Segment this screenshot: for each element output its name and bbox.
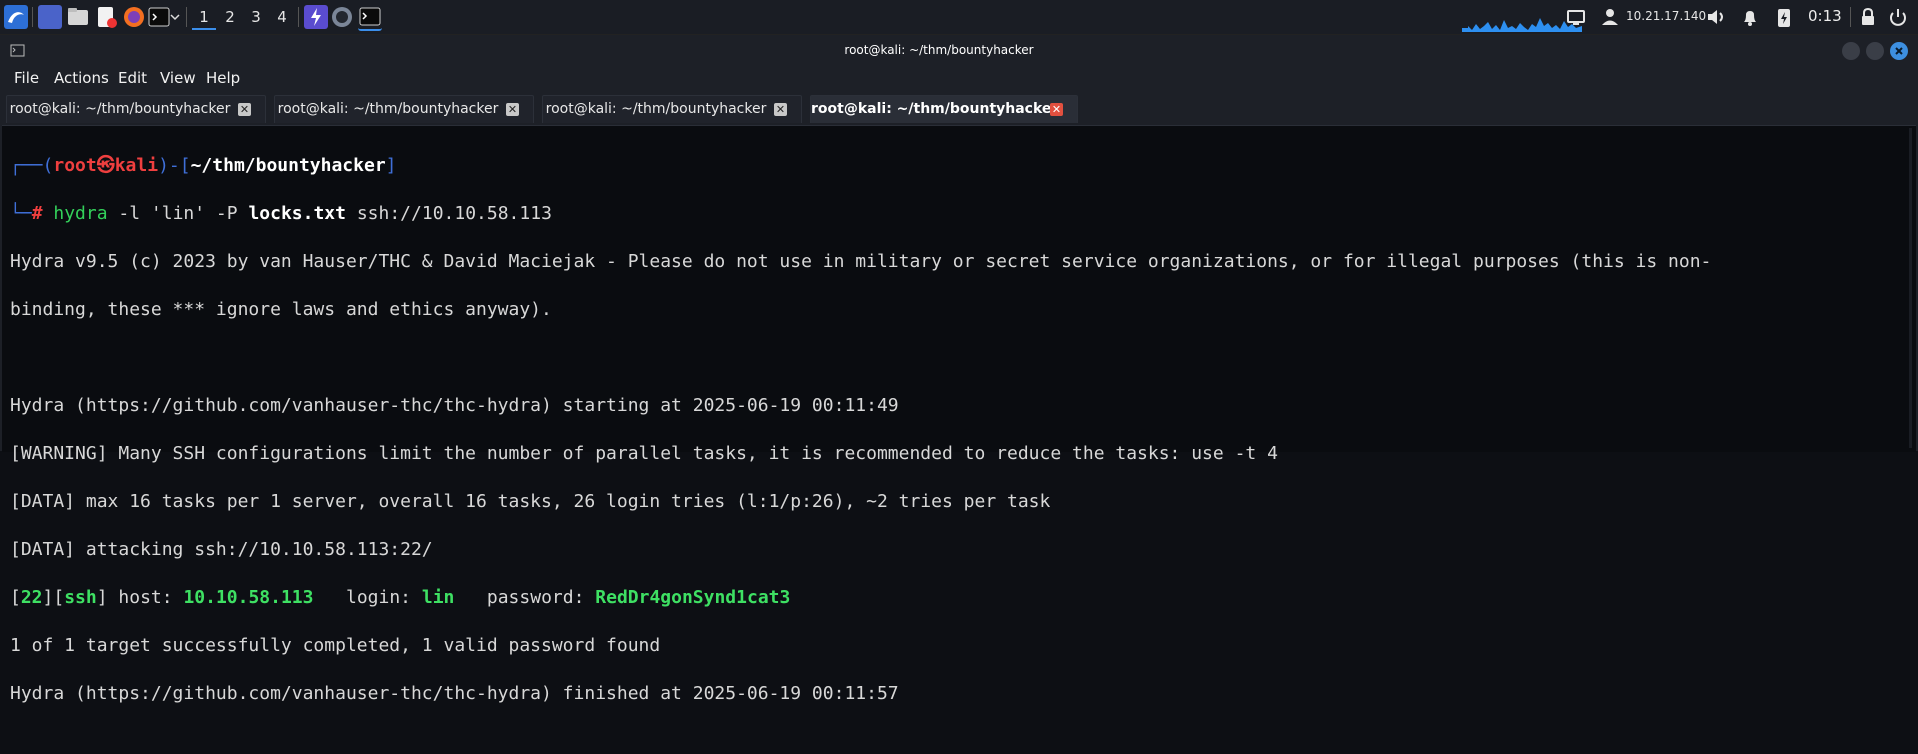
output-line: binding, these *** ignore laws and ethic… xyxy=(10,299,552,320)
tab-2[interactable]: root@kali: ~/thm/bountyhacker ✕ xyxy=(274,95,534,123)
prompt-user: root xyxy=(53,155,97,176)
terminal-window: root@kali: ~/thm/bountyhacker File Actio… xyxy=(0,35,1918,704)
prompt-path: ~/thm/bountyhacker xyxy=(190,155,386,176)
volume-icon[interactable] xyxy=(1704,5,1728,29)
ip-address: 10.21.17.140 xyxy=(1626,9,1707,23)
result-port: 22 xyxy=(20,587,43,608)
tab-4-active[interactable]: root@kali: ~/thm/bountyhacker ✕ xyxy=(810,95,1078,123)
file-manager-icon[interactable] xyxy=(66,5,90,29)
menu-file[interactable]: File xyxy=(14,69,39,87)
terminal-task-icon[interactable] xyxy=(358,5,382,31)
separator xyxy=(186,7,187,27)
result-service: ssh xyxy=(64,587,97,608)
battery-charging-icon[interactable] xyxy=(1772,5,1796,29)
command-args: -l 'lin' -P xyxy=(107,203,249,224)
result-password: RedDr4gonSynd1cat3 xyxy=(595,587,791,608)
top-panel: 1 2 3 4 10.21.17.140 0:13 xyxy=(0,0,1918,35)
tab-label: root@kali: ~/thm/bountyhacker xyxy=(277,101,499,117)
command-target: ssh://10.10.58.113 xyxy=(346,203,552,224)
power-icon[interactable] xyxy=(1886,5,1910,29)
output-line: [WARNING] Many SSH configurations limit … xyxy=(10,443,1278,464)
firefox-icon[interactable] xyxy=(122,5,146,29)
menu-edit[interactable]: Edit xyxy=(118,69,147,87)
terminal-output[interactable]: ┌──(root㉿kali)-[~/thm/bountyhacker] └─# … xyxy=(2,125,1916,704)
chevron-down-icon[interactable] xyxy=(168,5,192,29)
tab-label: root@kali: ~/thm/bountyhacker xyxy=(9,101,231,117)
output-line: Hydra (https://github.com/vanhauser-thc/… xyxy=(10,683,899,704)
tab-label: root@kali: ~/thm/bountyhacker xyxy=(545,101,767,117)
separator xyxy=(298,7,299,27)
tab-1[interactable]: root@kali: ~/thm/bountyhacker ✕ xyxy=(6,95,266,123)
command-file: locks.txt xyxy=(248,203,346,224)
prompt-skull-icon: ㉿ xyxy=(96,155,115,176)
close-tab-icon[interactable]: ✕ xyxy=(506,103,519,116)
prompt-line: ┌──(root㉿kali)-[~/thm/bountyhacker] xyxy=(10,155,397,176)
tab-bar: root@kali: ~/thm/bountyhacker ✕ root@kal… xyxy=(0,92,1918,125)
scrollbar[interactable] xyxy=(1909,128,1912,448)
result-login: lin xyxy=(421,587,455,608)
browser-task-icon[interactable] xyxy=(330,5,354,29)
result-line: [22][ssh] host: 10.10.58.113 login: lin … xyxy=(10,587,791,608)
output-line: [DATA] attacking ssh://10.10.58.113:22/ xyxy=(10,539,433,560)
workspace-2[interactable]: 2 xyxy=(218,6,242,28)
separator xyxy=(32,7,33,27)
result-login-label: login: xyxy=(313,587,422,608)
display-icon[interactable] xyxy=(1564,5,1588,29)
menu-view[interactable]: View xyxy=(160,69,196,87)
result-host: 10.10.58.113 xyxy=(183,587,314,608)
result-host-label: host: xyxy=(107,587,184,608)
output-line: Hydra v9.5 (c) 2023 by van Hauser/THC & … xyxy=(10,251,1712,272)
window-title: root@kali: ~/thm/bountyhacker xyxy=(844,43,1034,57)
close-button[interactable] xyxy=(1890,42,1908,60)
tab-3[interactable]: root@kali: ~/thm/bountyhacker ✕ xyxy=(542,95,802,123)
tab-label: root@kali: ~/thm/bountyhacker xyxy=(811,101,1059,117)
burpsuite-icon[interactable] xyxy=(304,5,328,29)
text-editor-icon[interactable] xyxy=(94,5,118,29)
menu-bar: File Actions Edit View Help xyxy=(0,67,1918,92)
close-tab-icon[interactable]: ✕ xyxy=(238,103,251,116)
lock-screen-icon[interactable] xyxy=(1856,5,1880,29)
close-tab-icon[interactable]: ✕ xyxy=(1050,103,1063,116)
command-line: └─# hydra -l 'lin' -P locks.txt ssh://10… xyxy=(10,203,552,224)
command-name: hydra xyxy=(53,203,108,224)
workspace-4[interactable]: 4 xyxy=(270,6,294,28)
vpn-user-icon[interactable] xyxy=(1598,5,1622,29)
workspace-3[interactable]: 3 xyxy=(244,6,268,28)
result-password-label: password: xyxy=(454,587,596,608)
separator xyxy=(1850,7,1851,27)
clock[interactable]: 0:13 xyxy=(1808,7,1842,25)
notification-bell-icon[interactable] xyxy=(1738,5,1762,29)
title-bar[interactable]: root@kali: ~/thm/bountyhacker xyxy=(0,35,1918,67)
maximize-button[interactable] xyxy=(1866,42,1884,60)
close-tab-icon[interactable]: ✕ xyxy=(774,103,787,116)
menu-help[interactable]: Help xyxy=(206,69,240,87)
menu-actions[interactable]: Actions xyxy=(54,69,109,87)
output-line: Hydra (https://github.com/vanhauser-thc/… xyxy=(10,395,899,416)
workspace-1[interactable]: 1 xyxy=(192,6,216,30)
output-line: [DATA] max 16 tasks per 1 server, overal… xyxy=(10,491,1051,512)
minimize-button[interactable] xyxy=(1842,42,1860,60)
show-desktop-icon[interactable] xyxy=(38,5,62,29)
kali-menu-icon[interactable] xyxy=(4,5,28,29)
output-line: 1 of 1 target successfully completed, 1 … xyxy=(10,635,661,656)
prompt-host: kali xyxy=(114,155,159,176)
